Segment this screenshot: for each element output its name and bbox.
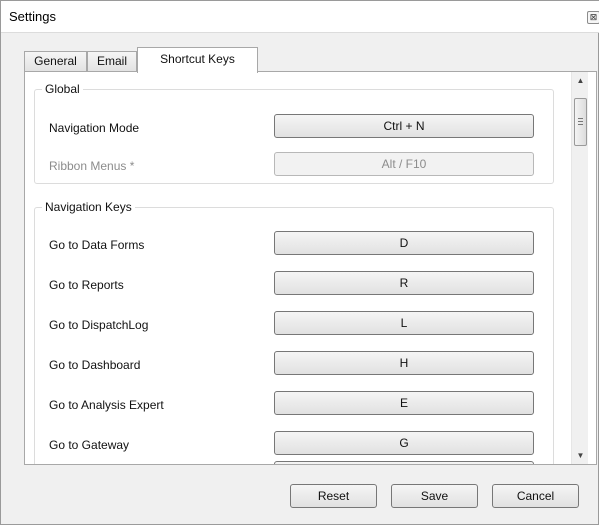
gateway-key-button[interactable]: G xyxy=(274,431,534,455)
grip-line xyxy=(578,118,583,119)
dashboard-label: Go to Dashboard xyxy=(49,358,141,372)
analysis-expert-label: Go to Analysis Expert xyxy=(49,398,164,412)
settings-window: Settings ⊠ General Email Shortcut Keys G… xyxy=(0,0,599,525)
tab-shortcut-keys[interactable]: Shortcut Keys xyxy=(137,47,258,73)
grip-line xyxy=(578,124,583,125)
window-title: Settings xyxy=(9,9,56,24)
reports-label: Go to Reports xyxy=(49,278,124,292)
analysis-expert-key-button[interactable]: E xyxy=(274,391,534,415)
grip-line xyxy=(578,121,583,122)
dashboard-key-button[interactable]: H xyxy=(274,351,534,375)
scroll-up-arrow-icon[interactable]: ▲ xyxy=(572,72,589,89)
shortcut-keys-panel: Global Navigation Mode Ctrl + N Ribbon M… xyxy=(24,71,597,465)
navigation-keys-group-title: Navigation Keys xyxy=(42,200,135,214)
data-forms-key-button[interactable]: D xyxy=(274,231,534,255)
tab-general[interactable]: General xyxy=(24,51,87,72)
data-forms-label: Go to Data Forms xyxy=(49,238,145,252)
gateway-label: Go to Gateway xyxy=(49,438,130,452)
ribbon-menus-label: Ribbon Menus * xyxy=(49,159,135,173)
navigation-mode-key-button[interactable]: Ctrl + N xyxy=(274,114,534,138)
scroll-down-arrow-icon[interactable]: ▼ xyxy=(572,447,589,464)
dispatchlog-key-button[interactable]: L xyxy=(274,311,534,335)
reset-button[interactable]: Reset xyxy=(290,484,377,508)
ribbon-menus-key-button: Alt / F10 xyxy=(274,152,534,176)
global-group-title: Global xyxy=(42,82,83,96)
save-button[interactable]: Save xyxy=(391,484,478,508)
close-icon[interactable]: ⊠ xyxy=(587,11,599,24)
dispatchlog-label: Go to DispatchLog xyxy=(49,318,149,332)
vertical-scrollbar[interactable]: ▲ ▼ xyxy=(571,72,588,464)
tab-email[interactable]: Email xyxy=(87,51,137,72)
scroll-thumb[interactable] xyxy=(574,98,587,146)
cancel-button[interactable]: Cancel xyxy=(492,484,579,508)
reports-key-button[interactable]: R xyxy=(274,271,534,295)
partial-key-button[interactable] xyxy=(274,461,534,464)
title-bar: Settings ⊠ xyxy=(1,1,599,33)
navigation-mode-label: Navigation Mode xyxy=(49,121,140,135)
